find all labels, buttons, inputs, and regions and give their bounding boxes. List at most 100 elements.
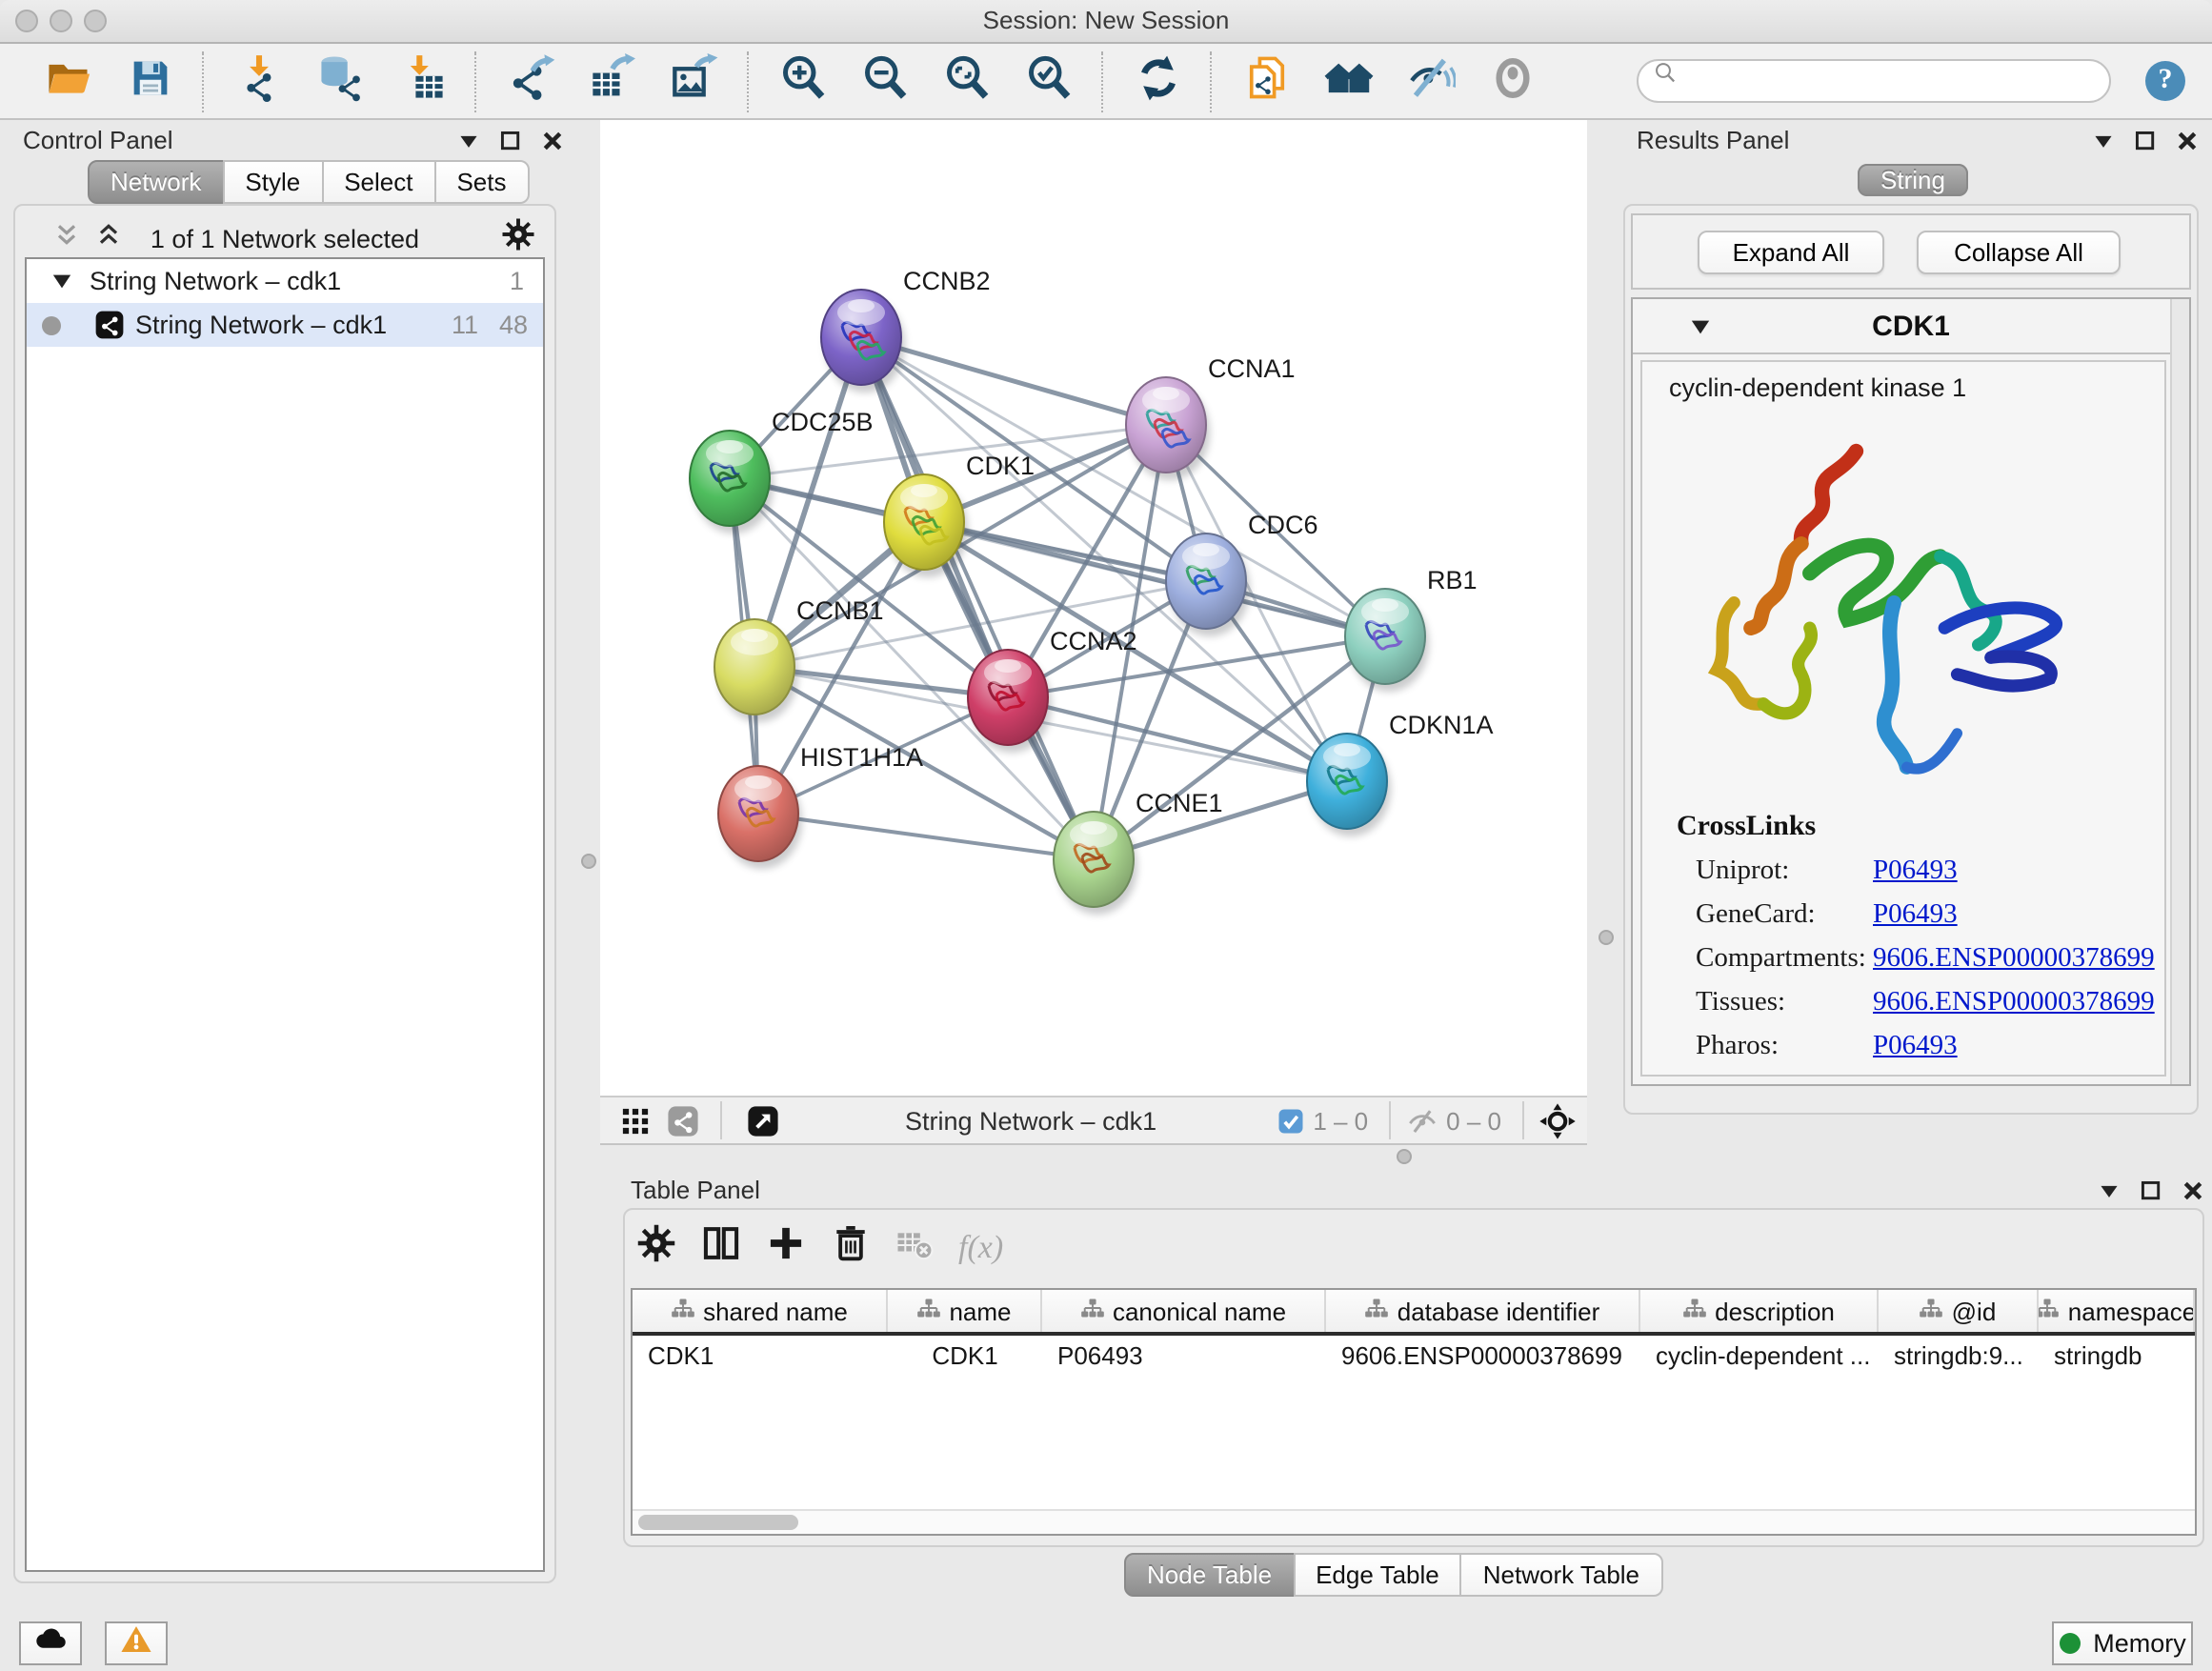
collapse-all-button[interactable]: Collapse All [1917, 231, 2121, 274]
tab-node-table[interactable]: Node Table [1124, 1553, 1295, 1597]
open-session-icon [43, 53, 92, 109]
first-neighbors-icon [1323, 53, 1373, 109]
panel-float-icon[interactable] [2140, 1179, 2162, 1202]
hierarchy-icon [1080, 1296, 1105, 1326]
network-node-HIST1H1A[interactable]: HIST1H1A [718, 743, 923, 869]
delete-column-icon[interactable] [831, 1223, 871, 1273]
panel-float-icon[interactable] [2134, 130, 2157, 152]
right-splitter-handle[interactable] [1599, 930, 1614, 945]
crosslink-link[interactable]: P06493 [1873, 856, 1958, 888]
warnings-button[interactable] [105, 1621, 168, 1665]
hide-selected-button[interactable] [1389, 47, 1471, 115]
tab-style[interactable]: Style [222, 160, 323, 204]
network-node-RB1[interactable]: RB1 [1345, 566, 1478, 692]
help-button[interactable]: ? [2145, 61, 2185, 101]
network-node-CCNE1[interactable]: CCNE1 [1054, 789, 1223, 915]
export-network-button[interactable] [490, 47, 572, 115]
crosslink-link[interactable]: 9606.ENSP00000378699 [1873, 943, 2155, 976]
network-collection-label: String Network – cdk1 [90, 267, 341, 295]
birdseye-view-icon[interactable] [737, 1099, 787, 1141]
search-box[interactable] [1637, 59, 2111, 103]
panel-collapse-icon[interactable] [2098, 1179, 2121, 1202]
tab-string[interactable]: String [1858, 164, 1968, 196]
results-scrollbar[interactable] [2170, 299, 2189, 1084]
export-image-button[interactable] [654, 47, 735, 115]
show-all-button[interactable] [1471, 47, 1553, 115]
crosslink-link[interactable]: 9606.ENSP00000378699 [1873, 987, 2155, 1019]
network-canvas[interactable]: CCNB2CCNA1CDC25BCDK1CDC6RB1CCNB1CCNA2CDK… [600, 120, 1587, 1096]
cloud-status-button[interactable] [19, 1621, 82, 1665]
column-header-shared-name[interactable]: shared name [633, 1290, 888, 1332]
column-header-database-identifier[interactable]: database identifier [1326, 1290, 1640, 1332]
open-session-button[interactable] [27, 47, 109, 115]
import-network-file-button[interactable] [217, 47, 299, 115]
network-node-CDC6[interactable]: CDC6 [1166, 511, 1318, 636]
horizontal-splitter-handle[interactable] [1397, 1149, 1412, 1164]
panel-close-icon[interactable] [2176, 130, 2199, 152]
panel-float-icon[interactable] [499, 130, 522, 152]
zoom-fit-button[interactable] [926, 47, 1008, 115]
grid-view-icon[interactable] [612, 1099, 657, 1141]
network-node-label: CCNA1 [1208, 354, 1296, 383]
network-node-CDKN1A[interactable]: CDKN1A [1307, 711, 1494, 836]
panel-collapse-icon[interactable] [2092, 130, 2115, 152]
crosslink-label: Compartments: [1696, 943, 1873, 976]
network-tree-child-row[interactable]: String Network – cdk1 11 48 [27, 303, 543, 347]
column-header-description[interactable]: description [1640, 1290, 1879, 1332]
crosslink-label: GeneCard: [1696, 899, 1873, 932]
pan-crosshair-icon[interactable] [1539, 1102, 1576, 1138]
zoom-out-button[interactable] [844, 47, 926, 115]
section-expander-icon[interactable] [1690, 316, 1711, 337]
new-network-from-selection-button[interactable] [1225, 47, 1307, 115]
tab-edge-table[interactable]: Edge Table [1293, 1553, 1462, 1597]
panel-collapse-icon[interactable] [457, 130, 480, 152]
import-network-database-button[interactable] [299, 47, 381, 115]
network-options-gear-icon[interactable] [501, 217, 535, 261]
network-node-CCNB2[interactable]: CCNB2 [821, 267, 991, 393]
zoom-in-button[interactable] [762, 47, 844, 115]
search-input[interactable] [1696, 65, 2094, 97]
selected-checkbox-icon[interactable] [1277, 1106, 1305, 1135]
first-neighbors-button[interactable] [1307, 47, 1389, 115]
table-tabs: Node TableEdge TableNetwork Table [1124, 1553, 1662, 1597]
application-window: Session: New Session ? Control Panel Net… [0, 0, 2212, 1671]
network-status-dot-icon [42, 315, 61, 334]
column-header-@id[interactable]: @id [1879, 1290, 2039, 1332]
panel-close-icon[interactable] [541, 130, 564, 152]
refresh-view-button[interactable] [1116, 47, 1198, 115]
protein-section-header[interactable]: CDK1 [1633, 299, 2189, 354]
network-tree-root-row[interactable]: String Network – cdk1 1 [27, 259, 543, 303]
panel-close-icon[interactable] [2182, 1179, 2204, 1202]
memory-label: Memory [2093, 1629, 2186, 1658]
hidden-eye-icon[interactable] [1406, 1104, 1438, 1137]
export-table-button[interactable] [572, 47, 654, 115]
memory-button[interactable]: Memory [2052, 1621, 2193, 1665]
tree-expander-icon[interactable] [51, 271, 72, 292]
table-row[interactable]: CDK1CDK1P064939606.ENSP00000378699cyclin… [633, 1336, 2195, 1376]
network-share-icon[interactable] [657, 1099, 707, 1141]
warning-icon [120, 1622, 152, 1664]
create-column-icon[interactable] [766, 1223, 806, 1273]
tab-network[interactable]: Network [88, 160, 224, 204]
hierarchy-icon [671, 1296, 695, 1326]
cloud-icon [33, 1621, 68, 1665]
zoom-selected-button[interactable] [1008, 47, 1090, 115]
tab-network-table[interactable]: Network Table [1460, 1553, 1662, 1597]
save-session-button[interactable] [109, 47, 191, 115]
import-table-file-button[interactable] [381, 47, 463, 115]
network-node-CCNA1[interactable]: CCNA1 [1126, 354, 1296, 480]
table-horizontal-scrollbar[interactable] [633, 1509, 2195, 1534]
expand-all-button[interactable]: Expand All [1698, 231, 1884, 274]
export-network-icon [506, 53, 555, 109]
left-splitter-handle[interactable] [581, 854, 596, 869]
tab-sets[interactable]: Sets [433, 160, 529, 204]
crosslink-link[interactable]: P06493 [1873, 1031, 1958, 1063]
column-header-namespace[interactable]: namespace [2039, 1290, 2195, 1332]
scrollbar-thumb[interactable] [638, 1515, 798, 1530]
table-settings-gear-icon[interactable] [636, 1223, 676, 1273]
tab-select[interactable]: Select [321, 160, 435, 204]
crosslink-link[interactable]: P06493 [1873, 899, 1958, 932]
column-header-name[interactable]: name [888, 1290, 1042, 1332]
show-columns-icon[interactable] [701, 1223, 741, 1273]
column-header-canonical-name[interactable]: canonical name [1042, 1290, 1326, 1332]
